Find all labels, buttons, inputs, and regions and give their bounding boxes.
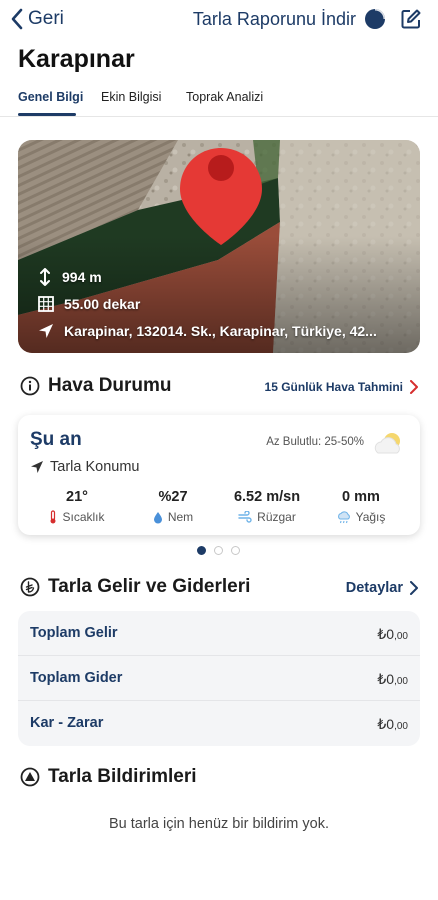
address-value: Karapinar, 132014. Sk., Karapinar, Türki… bbox=[64, 323, 377, 339]
finance-details-link[interactable]: Detaylar bbox=[346, 580, 418, 596]
page-title: Karapınar bbox=[18, 45, 135, 73]
back-label: Geri bbox=[28, 8, 64, 29]
lira-coin-icon bbox=[20, 577, 40, 597]
weather-section-title: Hava Durumu bbox=[20, 375, 172, 397]
tab-bar: Genel Bilgi Ekin Bilgisi Toprak Analizi bbox=[0, 85, 438, 117]
droplet-icon bbox=[153, 511, 162, 523]
map-address: Karapinar, 132014. Sk., Karapinar, Türki… bbox=[38, 323, 377, 339]
notifications-title: Tarla Bildirimleri bbox=[48, 766, 197, 787]
temperature-stat: 21° Sıcaklık bbox=[32, 489, 122, 524]
income-value: ₺0,00 bbox=[377, 626, 408, 643]
weather-title: Hava Durumu bbox=[48, 375, 172, 396]
humidity-stat: %27 Nem bbox=[128, 489, 218, 524]
wind-label: Rüzgar bbox=[257, 510, 296, 524]
humidity-label: Nem bbox=[167, 510, 194, 524]
notifications-empty-text: Bu tarla için henüz bir bildirim yok. bbox=[108, 816, 329, 832]
weather-pager bbox=[197, 546, 248, 555]
pager-dot[interactable] bbox=[197, 546, 206, 555]
field-map[interactable]: 994 m 55.00 dekar Karapinar, 132014. Sk.… bbox=[18, 140, 420, 353]
wind-value: 6.52 m/sn bbox=[233, 489, 301, 505]
wind-icon bbox=[238, 511, 252, 523]
area-value: 55.00 dekar bbox=[64, 296, 141, 312]
elevation-value: 994 m bbox=[62, 269, 102, 285]
temperature-label: Sıcaklık bbox=[62, 510, 105, 524]
finance-title: Tarla Gelir ve Giderleri bbox=[48, 576, 251, 597]
income-label: Toplam Gelir bbox=[30, 625, 118, 641]
location-label: Tarla Konumu bbox=[50, 459, 140, 475]
forecast-link[interactable]: 15 Günlük Hava Tahmini bbox=[265, 380, 418, 394]
notifications-section-title: Tarla Bildirimleri bbox=[20, 766, 197, 788]
pager-dot[interactable] bbox=[214, 546, 223, 555]
pager-dot[interactable] bbox=[231, 546, 240, 555]
chevron-right-icon bbox=[410, 380, 418, 394]
expense-value: ₺0,00 bbox=[377, 671, 408, 688]
income-decimals: ,00 bbox=[394, 631, 408, 642]
finance-row-expense[interactable]: Toplam Gider ₺0,00 bbox=[18, 656, 420, 701]
expense-decimals: ,00 bbox=[394, 676, 408, 687]
expense-label: Toplam Gider bbox=[30, 670, 123, 686]
vertical-arrows-icon bbox=[40, 268, 50, 286]
partly-cloudy-icon bbox=[374, 433, 400, 454]
report-label: Tarla Raporunu İndir bbox=[192, 8, 356, 29]
profit-loss-value: ₺0,00 bbox=[377, 716, 408, 733]
profit-loss-label: Kar - Zarar bbox=[30, 715, 104, 731]
grid-area-icon bbox=[38, 296, 54, 312]
chevron-right-icon bbox=[410, 581, 418, 595]
back-button[interactable]: Geri bbox=[10, 8, 64, 30]
finance-row-profit-loss[interactable]: Kar - Zarar ₺0,00 bbox=[18, 701, 420, 746]
navigation-arrow-icon bbox=[39, 324, 53, 338]
download-report-button[interactable]: Tarla Raporunu İndir bbox=[193, 8, 422, 30]
chevron-left-icon bbox=[11, 8, 23, 30]
map-area: 55.00 dekar bbox=[38, 296, 140, 312]
finance-row-income[interactable]: Toplam Gelir ₺0,00 bbox=[18, 611, 420, 656]
humidity-value: %27 bbox=[158, 489, 188, 505]
tab-genel-bilgi[interactable]: Genel Bilgi bbox=[18, 90, 83, 104]
rain-label: Yağış bbox=[355, 510, 386, 524]
wind-stat: 6.52 m/sn Rüzgar bbox=[222, 489, 312, 524]
weather-card[interactable]: Şu an Az Bulutlu: 25-50% Tarla Konumu 21… bbox=[18, 415, 420, 535]
tab-ekin-bilgisi[interactable]: Ekin Bilgisi bbox=[101, 90, 161, 104]
rain-stat: 0 mm Yağış bbox=[316, 489, 406, 524]
satellite-map-image bbox=[18, 140, 420, 353]
rain-value: 0 mm bbox=[342, 489, 380, 505]
top-bar: Geri Tarla Raporunu İndir bbox=[0, 0, 438, 42]
cloud-status: Az Bulutlu: 25-50% bbox=[266, 436, 364, 448]
finance-section-title: Tarla Gelir ve Giderleri bbox=[20, 576, 250, 598]
map-elevation: 994 m bbox=[38, 268, 102, 286]
profit-loss-amount: ₺0 bbox=[377, 716, 395, 732]
thermometer-icon bbox=[50, 510, 56, 524]
finance-card: Toplam Gelir ₺0,00 Toplam Gider ₺0,00 Ka… bbox=[18, 611, 420, 746]
info-icon bbox=[20, 376, 40, 396]
location-arrow-icon bbox=[31, 461, 43, 473]
field-location: Tarla Konumu bbox=[30, 459, 139, 475]
details-link-label: Detaylar bbox=[345, 580, 403, 596]
warning-circle-icon bbox=[20, 767, 40, 787]
forecast-link-label: 15 Günlük Hava Tahmini bbox=[264, 380, 403, 394]
temperature-value: 21° bbox=[66, 489, 88, 505]
edit-icon[interactable] bbox=[400, 8, 422, 30]
rain-cloud-icon bbox=[337, 510, 350, 523]
income-amount: ₺0 bbox=[377, 626, 395, 642]
pie-chart-icon bbox=[365, 9, 385, 29]
tab-toprak-analizi[interactable]: Toprak Analizi bbox=[186, 90, 263, 104]
profit-loss-decimals: ,00 bbox=[394, 721, 408, 732]
current-weather-label: Şu an bbox=[30, 429, 82, 450]
expense-amount: ₺0 bbox=[377, 671, 395, 687]
active-tab-indicator bbox=[18, 113, 76, 116]
